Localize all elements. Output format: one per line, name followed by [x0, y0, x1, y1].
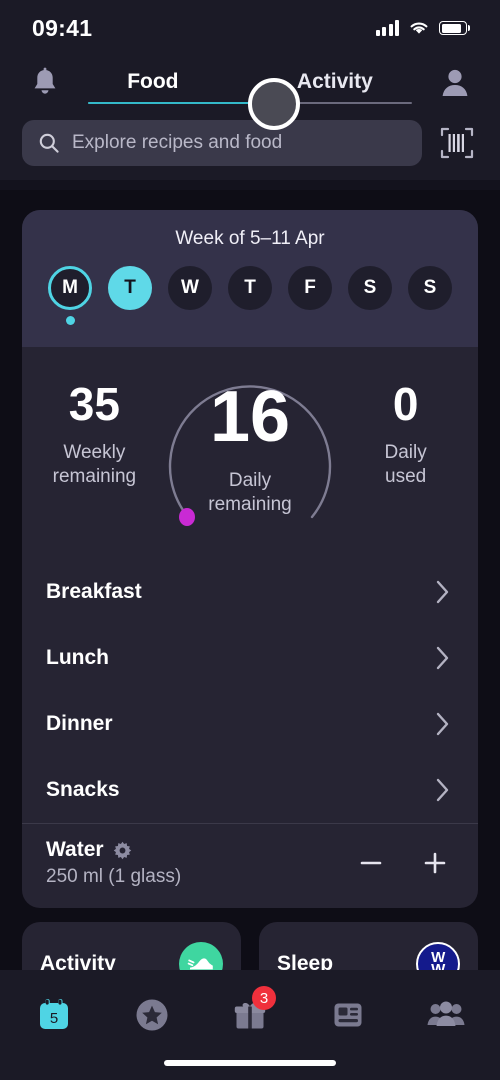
day-label: S: [348, 266, 392, 310]
day-item-thu[interactable]: T: [228, 266, 272, 325]
chevron-right-icon: [436, 580, 449, 604]
avatar-icon[interactable]: [432, 59, 478, 105]
slider-fill: [88, 102, 260, 104]
main-content: Week of 5–11 Apr M T W T F S S 35 Weekly…: [0, 190, 500, 1080]
water-stepper: [354, 846, 452, 880]
barcode-scanner-icon[interactable]: [436, 122, 478, 164]
meal-label: Dinner: [46, 712, 113, 735]
stat-value: 0: [392, 378, 419, 430]
wifi-icon: [410, 22, 428, 34]
chevron-right-icon: [436, 646, 449, 670]
water-decrement-button[interactable]: [354, 846, 388, 880]
star-circle-icon: [136, 999, 168, 1031]
tab-food[interactable]: Food: [127, 70, 178, 94]
calendar-day-number: 5: [50, 1010, 58, 1027]
battery-icon: [439, 21, 470, 35]
nav-item-community[interactable]: [416, 988, 476, 1042]
water-info: Water 250 ml (1 glass): [46, 838, 181, 888]
chevron-right-icon: [436, 778, 449, 802]
day-list: M T W T F S S: [22, 266, 478, 333]
meal-label: Snacks: [46, 778, 120, 801]
day-label: S: [408, 266, 452, 310]
nav-item-articles[interactable]: [318, 988, 378, 1042]
food-tracking-card: Week of 5–11 Apr M T W T F S S 35 Weekly…: [22, 210, 478, 908]
stat-label-line1: Daily: [228, 470, 272, 491]
meal-label: Lunch: [46, 646, 109, 669]
day-item-wed[interactable]: W: [168, 266, 212, 325]
home-indicator: [164, 1060, 336, 1066]
view-tabs: Food Activity: [68, 70, 432, 94]
nav-item-calendar[interactable]: 5: [24, 988, 84, 1042]
day-item-tue[interactable]: T: [108, 266, 152, 325]
meal-row-dinner[interactable]: Dinner: [22, 691, 478, 757]
meal-row-snacks[interactable]: Snacks: [22, 757, 478, 823]
stat-columns: 35 Weekly remaining 16 Daily remaining 0…: [22, 381, 478, 541]
search-input[interactable]: Explore recipes and food: [22, 120, 422, 166]
chevron-right-icon: [436, 712, 449, 736]
nav-item-rewards[interactable]: 3: [220, 986, 280, 1042]
status-time: 09:41: [32, 14, 93, 41]
day-item-sun[interactable]: S: [408, 266, 452, 325]
stat-weekly-remaining: 35 Weekly remaining: [22, 381, 167, 541]
stat-daily-used: 0 Daily used: [333, 381, 478, 541]
stat-label: Daily remaining: [208, 469, 291, 517]
week-selector: Week of 5–11 Apr M T W T F S S: [22, 210, 478, 347]
stat-value: 16: [209, 377, 291, 457]
day-label: F: [288, 266, 332, 310]
water-increment-button[interactable]: [418, 846, 452, 880]
day-label: W: [168, 266, 212, 310]
water-label: Water: [46, 838, 104, 861]
day-label: M: [48, 266, 92, 310]
nav-item-favorites[interactable]: [122, 988, 182, 1042]
meal-row-lunch[interactable]: Lunch: [22, 625, 478, 691]
search-row: Explore recipes and food: [0, 112, 500, 166]
water-amount: 250 ml (1 glass): [46, 866, 182, 887]
rewards-badge: 3: [252, 986, 276, 1010]
meal-row-breakfast[interactable]: Breakfast: [22, 559, 478, 625]
bell-icon[interactable]: [22, 59, 68, 105]
water-title-row: Water: [46, 838, 181, 862]
stat-label-line2: remaining: [52, 465, 137, 487]
stat-label-line1: Daily: [384, 442, 427, 463]
news-icon: [334, 1003, 362, 1027]
stat-label-line2: remaining: [208, 493, 292, 515]
day-label: T: [108, 266, 152, 310]
search-icon: [39, 133, 59, 153]
stat-label-line1: Weekly: [63, 442, 126, 463]
points-summary: 35 Weekly remaining 16 Daily remaining 0…: [22, 347, 478, 559]
day-active-dot: [65, 316, 75, 325]
calendar-icon: 5: [40, 999, 68, 1029]
tab-slider[interactable]: [0, 78, 500, 130]
status-indicators: [375, 20, 470, 36]
app-header: Food Activity Explore recipes and food: [0, 56, 500, 180]
gear-icon[interactable]: [113, 841, 132, 860]
meal-label: Breakfast: [46, 580, 142, 603]
stat-label: Weekly remaining: [53, 441, 136, 489]
bottom-navigation: 5 3: [0, 970, 500, 1080]
stat-label: Daily used: [385, 441, 427, 489]
day-item-mon[interactable]: M: [48, 266, 92, 325]
app-screen: 09:41 Food Activity Explore recipes and …: [0, 0, 500, 1080]
day-item-sat[interactable]: S: [348, 266, 392, 325]
water-row: Water 250 ml (1 glass): [22, 824, 478, 908]
stat-value: 35: [68, 378, 120, 430]
people-icon: [427, 1001, 465, 1026]
day-item-fri[interactable]: F: [288, 266, 332, 325]
search-placeholder: Explore recipes and food: [72, 132, 283, 153]
status-bar: 09:41: [0, 0, 500, 56]
day-label: T: [228, 266, 272, 310]
stat-daily-remaining: 16 Daily remaining: [167, 381, 333, 541]
slider-knob[interactable]: [248, 78, 300, 130]
stat-label-line2: used: [385, 465, 427, 487]
week-title: Week of 5–11 Apr: [175, 228, 325, 249]
tab-activity[interactable]: Activity: [297, 70, 373, 94]
signal-bars-icon: [375, 20, 399, 36]
